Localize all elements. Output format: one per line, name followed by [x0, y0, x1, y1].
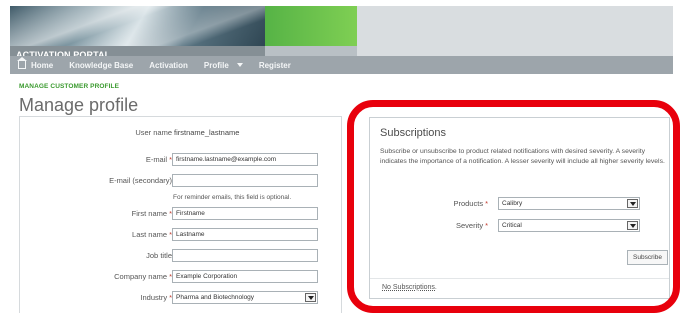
header-banner: ACTIVATION PORTAL	[10, 6, 357, 56]
jobtitle-label: Job title	[146, 251, 172, 260]
no-subscriptions-text: No Subscriptions.	[382, 284, 437, 291]
subscriptions-panel: Subscriptions Subscribe or unsubscribe t…	[369, 117, 670, 299]
home-icon	[17, 57, 27, 69]
username-value: firstname_lastname	[174, 128, 240, 137]
products-select[interactable]: Calibry	[498, 197, 640, 210]
industry-row: Industry * Pharma and Biotechnology	[20, 291, 350, 305]
lastname-row: Last name * Lastname	[20, 228, 350, 242]
email-label: E-mail *	[145, 155, 172, 164]
nav-item-knowledge-base[interactable]: Knowledge Base	[69, 61, 133, 70]
divider	[370, 278, 669, 279]
username-label: User name	[135, 128, 172, 137]
company-row: Company name * Example Corporation	[20, 270, 350, 284]
subscriptions-description: Subscribe or unsubscribe to product rela…	[380, 148, 665, 165]
chevron-down-icon[interactable]	[627, 221, 638, 230]
email-field[interactable]: firstname.lastname@example.com	[172, 153, 318, 166]
nav-item-label: Home	[31, 60, 54, 70]
products-select-value: Calibry	[502, 200, 523, 207]
breadcrumb[interactable]: MANAGE CUSTOMER PROFILE	[19, 83, 119, 90]
chevron-down-icon[interactable]	[305, 293, 316, 302]
company-label: Company name *	[114, 272, 172, 281]
products-label: Products *	[453, 199, 488, 208]
chevron-down-icon	[236, 63, 243, 67]
nav-item-activation[interactable]: Activation	[149, 61, 188, 70]
nav-item-label: Register	[258, 60, 291, 70]
firstname-label: First name *	[131, 209, 172, 218]
jobtitle-field[interactable]	[172, 249, 318, 262]
username-row: User name firstname_lastname	[20, 126, 350, 140]
subscribe-button[interactable]: Subscribe	[627, 250, 668, 265]
banner-image	[10, 6, 265, 46]
profile-form: User name firstname_lastname E-mail * fir…	[19, 116, 342, 313]
industry-select-value: Pharma and Biotechnology	[176, 294, 255, 301]
severity-row: Severity * Critical	[370, 219, 670, 232]
industry-label: Industry *	[140, 293, 172, 302]
main-nav: Home Knowledge Base Activation Profile R…	[10, 56, 673, 74]
jobtitle-row: Job title	[20, 249, 350, 263]
nav-item-home[interactable]: Home	[17, 57, 54, 70]
company-field[interactable]: Example Corporation	[172, 270, 318, 283]
subscriptions-title: Subscriptions	[380, 127, 447, 139]
industry-select[interactable]: Pharma and Biotechnology	[172, 291, 318, 304]
header-filler	[357, 6, 673, 56]
email-row: E-mail * firstname.lastname@example.com	[20, 153, 350, 167]
nav-item-label: Knowledge Base	[69, 60, 134, 70]
email-secondary-field[interactable]	[172, 174, 318, 187]
email-secondary-hint: For reminder emails, this field is optio…	[173, 194, 292, 201]
severity-select[interactable]: Critical	[498, 219, 640, 232]
email-secondary-label: E-mail (secondary)	[109, 176, 172, 185]
page-title: Manage profile	[19, 95, 139, 115]
lastname-label: Last name *	[132, 230, 172, 239]
products-row: Products * Calibry	[370, 197, 670, 210]
nav-item-profile[interactable]: Profile	[204, 61, 243, 70]
nav-item-register[interactable]: Register	[259, 61, 291, 70]
email-secondary-row: E-mail (secondary)	[20, 174, 350, 188]
firstname-row: First name * Firstname	[20, 207, 350, 221]
banner-accent	[265, 6, 357, 46]
severity-select-value: Critical	[502, 222, 522, 229]
chevron-down-icon[interactable]	[627, 199, 638, 208]
firstname-field[interactable]: Firstname	[172, 207, 318, 220]
lastname-field[interactable]: Lastname	[172, 228, 318, 241]
nav-item-label: Activation	[149, 60, 188, 70]
severity-label: Severity *	[455, 221, 488, 230]
nav-item-label: Profile	[203, 60, 229, 70]
portal-title: ACTIVATION PORTAL	[10, 46, 265, 56]
